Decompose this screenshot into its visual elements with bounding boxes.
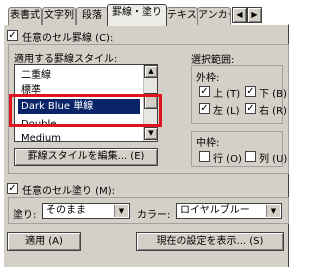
cell-fill-checkbox[interactable]: ✓ xyxy=(7,183,18,194)
tab-text[interactable]: テキスト xyxy=(166,7,198,25)
tab-scroll-buttons: ◀ ▶ xyxy=(232,7,262,23)
selection-range-label: 選択範囲: xyxy=(191,55,235,66)
chevron-down-icon[interactable]: ▼ xyxy=(114,205,128,217)
tab-table-format[interactable]: 表書式 xyxy=(8,7,42,25)
tab-scroll-left-button[interactable]: ◀ xyxy=(232,7,247,23)
scroll-up-button[interactable]: ▲ xyxy=(144,65,157,78)
inner-column-checkbox[interactable] xyxy=(245,151,256,162)
outer-bottom-label: 下 (B) xyxy=(259,89,287,100)
edit-border-style-button[interactable]: 罫線スタイルを編集... (E) xyxy=(14,148,158,166)
color-label: カラー: xyxy=(137,210,171,221)
list-item[interactable]: Medium xyxy=(18,131,141,141)
tab-scroll-right-button[interactable]: ▶ xyxy=(247,7,262,23)
cell-border-label: 任意のセル罫線 (C): xyxy=(22,33,114,44)
fill-select[interactable]: そのまま ▼ xyxy=(42,203,130,219)
tab-paragraph[interactable]: 段落 xyxy=(76,7,108,25)
inner-column-label: 列 (U) xyxy=(259,154,288,165)
inner-frame-label: 中枠: xyxy=(196,138,220,149)
tab-strip: 表書式 文字列 段落 罫線・塗り テキスト アンカー ◀ ▶ xyxy=(0,0,300,26)
outer-left-checkbox[interactable]: ✓ xyxy=(199,103,210,114)
scroll-down-button[interactable]: ▼ xyxy=(144,127,157,140)
style-list-label: 適用する罫線スタイル: xyxy=(14,54,118,65)
list-item[interactable]: 二重線 xyxy=(18,68,141,83)
outer-right-checkbox[interactable]: ✓ xyxy=(245,103,256,114)
tab-border-fill[interactable]: 罫線・塗り xyxy=(107,4,167,26)
tab-text-format[interactable]: 文字列 xyxy=(42,7,76,25)
outer-right-label: 右 (R) xyxy=(259,106,287,117)
outer-top-checkbox[interactable]: ✓ xyxy=(199,86,210,97)
fill-select-value: そのまま xyxy=(46,205,86,216)
apply-button[interactable]: 適用 (A) xyxy=(7,232,81,251)
outer-left-label: 左 (L) xyxy=(213,106,240,117)
cell-border-checkbox[interactable]: ✓ xyxy=(7,30,18,41)
show-current-settings-button[interactable]: 現在の設定を表示... (S) xyxy=(136,232,284,251)
outer-bottom-checkbox[interactable]: ✓ xyxy=(245,86,256,97)
highlight-box xyxy=(9,94,162,127)
fill-label: 塗り: xyxy=(13,210,37,221)
chevron-down-icon[interactable]: ▼ xyxy=(266,205,280,217)
inner-row-label: 行 (O) xyxy=(213,154,242,165)
tab-anchor[interactable]: アンカー xyxy=(197,7,231,25)
outer-top-label: 上 (T) xyxy=(213,89,241,100)
cell-fill-label: 任意のセル塗り (M): xyxy=(22,186,115,197)
color-select-value: ロイヤルブルー xyxy=(180,205,250,216)
inner-row-checkbox[interactable] xyxy=(199,151,210,162)
outer-frame-label: 外枠: xyxy=(196,73,220,84)
color-select[interactable]: ロイヤルブルー ▼ xyxy=(176,203,282,219)
